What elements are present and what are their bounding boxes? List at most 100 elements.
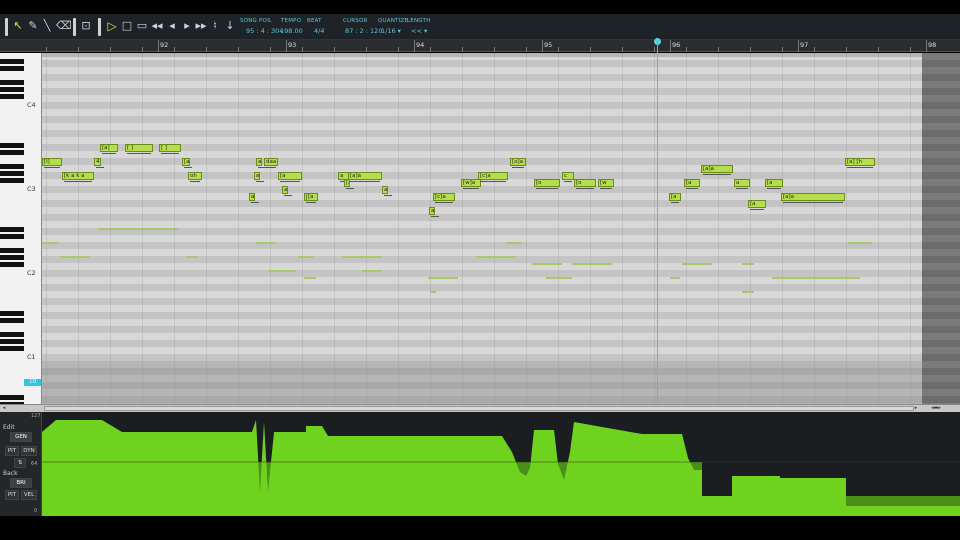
- note[interactable]: oh: [188, 172, 202, 180]
- black-key[interactable]: [0, 346, 24, 351]
- scroll-right-icon[interactable]: ▸: [912, 405, 920, 412]
- forward-icon[interactable]: ▸: [181, 19, 193, 33]
- black-key[interactable]: [0, 227, 24, 232]
- black-key[interactable]: [0, 248, 24, 253]
- beat-tick: [398, 47, 399, 52]
- black-key[interactable]: [0, 66, 24, 71]
- fast-forward-icon[interactable]: ▸▸: [195, 19, 207, 33]
- edit-parameter-area[interactable]: [42, 420, 960, 516]
- grid-snap-icon[interactable]: ⊡: [80, 19, 92, 33]
- note[interactable]: a: [254, 172, 260, 180]
- note[interactable]: a: [734, 179, 750, 187]
- length-select[interactable]: << ▾: [411, 27, 427, 35]
- measure-ruler[interactable]: 92 93 94 95 96 97 98: [0, 40, 960, 52]
- note[interactable]: [k a k a: [62, 172, 94, 180]
- note[interactable]: [a]: [100, 144, 118, 152]
- beat-tick: [718, 47, 719, 52]
- beat-line: [334, 53, 335, 404]
- note[interactable]: [a: [344, 179, 350, 187]
- note[interactable]: a: [382, 186, 388, 194]
- measure-number: 92: [160, 41, 169, 49]
- black-key[interactable]: [0, 339, 24, 344]
- black-key[interactable]: [0, 234, 24, 239]
- black-key[interactable]: [0, 171, 24, 176]
- note[interactable]: [w]a: [461, 179, 481, 187]
- parameter-curve[interactable]: [42, 412, 960, 516]
- note[interactable]: c: [562, 172, 574, 180]
- note[interactable]: [w: [598, 179, 614, 187]
- back-icon[interactable]: ◂: [166, 19, 178, 33]
- zoom-slider-icon[interactable]: ◂▬▸: [924, 405, 948, 412]
- scroll-left-icon[interactable]: ◂: [0, 405, 8, 412]
- note[interactable]: [a] [h: [845, 158, 875, 166]
- black-key[interactable]: [0, 395, 24, 400]
- black-key[interactable]: [0, 150, 24, 155]
- note[interactable]: [a: [278, 172, 302, 180]
- black-key[interactable]: [0, 262, 24, 267]
- note[interactable]: [a: [765, 179, 783, 187]
- black-key[interactable]: [0, 59, 24, 64]
- rewind-icon[interactable]: ◂◂: [151, 19, 163, 33]
- song-pos-value[interactable]: 95 : 4 : 304: [246, 27, 283, 35]
- back-param-select[interactable]: BRI: [10, 478, 32, 488]
- black-key[interactable]: [0, 255, 24, 260]
- note[interactable]: [o: [534, 179, 560, 187]
- letterbox-bottom: [0, 516, 960, 540]
- note[interactable]: [l]: [42, 158, 62, 166]
- note[interactable]: [a: [669, 193, 681, 201]
- note[interactable]: a: [429, 207, 435, 215]
- pencil-icon[interactable]: ✎: [27, 19, 39, 33]
- pit-button[interactable]: PIT: [5, 446, 19, 456]
- swap-button[interactable]: ⇅: [14, 458, 26, 468]
- note[interactable]: 4: [94, 158, 101, 166]
- note[interactable]: [o]a: [510, 158, 526, 166]
- note[interactable]: [a: [182, 158, 190, 166]
- tempo-value[interactable]: 198.00: [280, 27, 303, 35]
- play-icon[interactable]: ▷: [106, 19, 118, 33]
- black-key[interactable]: [0, 164, 24, 169]
- black-key[interactable]: [0, 143, 24, 148]
- eraser-icon[interactable]: ⌫: [56, 19, 72, 33]
- note[interactable]: [o: [574, 179, 596, 187]
- piano-roll-grid[interactable]: [l] [k a k a [a][ ][ ] 4 [a oh a daa a [a a a [a]a[a…: [42, 53, 922, 404]
- quantize-select[interactable]: 1/16 ▾: [381, 27, 401, 35]
- note[interactable]: a: [282, 186, 288, 194]
- note[interactable]: [a: [684, 179, 700, 187]
- piano-keyboard[interactable]: C4 C3 C2 C1 C0: [0, 53, 42, 404]
- black-key[interactable]: [0, 178, 24, 183]
- ghost-note: [268, 270, 296, 272]
- note[interactable]: a: [256, 158, 262, 166]
- scrollbar-thumb[interactable]: [44, 406, 914, 411]
- auto-scroll-icon[interactable]: ↓: [224, 19, 236, 33]
- arrow-select-icon[interactable]: ↖: [12, 19, 24, 33]
- black-key[interactable]: [0, 318, 24, 323]
- black-key[interactable]: [0, 94, 24, 99]
- metronome-icon[interactable]: ♮: [209, 19, 221, 33]
- vel-button[interactable]: VEL: [21, 490, 37, 500]
- dyn-button[interactable]: DYN: [21, 446, 37, 456]
- note[interactable]: [a]a: [701, 165, 733, 173]
- note[interactable]: [a]a: [781, 193, 845, 201]
- note[interactable]: [c]a: [478, 172, 508, 180]
- pit-back-button[interactable]: PIT: [5, 490, 19, 500]
- line-icon[interactable]: ╲: [41, 19, 53, 33]
- cursor-value: 87 : 2 : 120: [345, 27, 383, 35]
- edit-param-select[interactable]: GEN: [10, 432, 32, 442]
- black-key[interactable]: [0, 80, 24, 85]
- note[interactable]: [ ]: [159, 144, 181, 152]
- note[interactable]: a: [249, 193, 255, 201]
- black-key[interactable]: [0, 87, 24, 92]
- note[interactable]: [a: [748, 200, 766, 208]
- horizontal-scrollbar[interactable]: ◂ ▸ ◂▬▸: [0, 404, 960, 412]
- note[interactable]: [ ]: [125, 144, 153, 152]
- loop-icon[interactable]: ▭: [136, 19, 148, 33]
- beat-value[interactable]: 4/4: [314, 27, 324, 35]
- black-key[interactable]: [0, 311, 24, 316]
- black-key[interactable]: [0, 332, 24, 337]
- toolbar-grip: [5, 18, 8, 36]
- note[interactable]: [c]a: [433, 193, 455, 201]
- stop-icon[interactable]: □: [121, 19, 133, 33]
- note[interactable]: [a: [306, 193, 318, 201]
- note[interactable]: [a]a: [348, 172, 382, 180]
- note[interactable]: daa: [264, 158, 278, 166]
